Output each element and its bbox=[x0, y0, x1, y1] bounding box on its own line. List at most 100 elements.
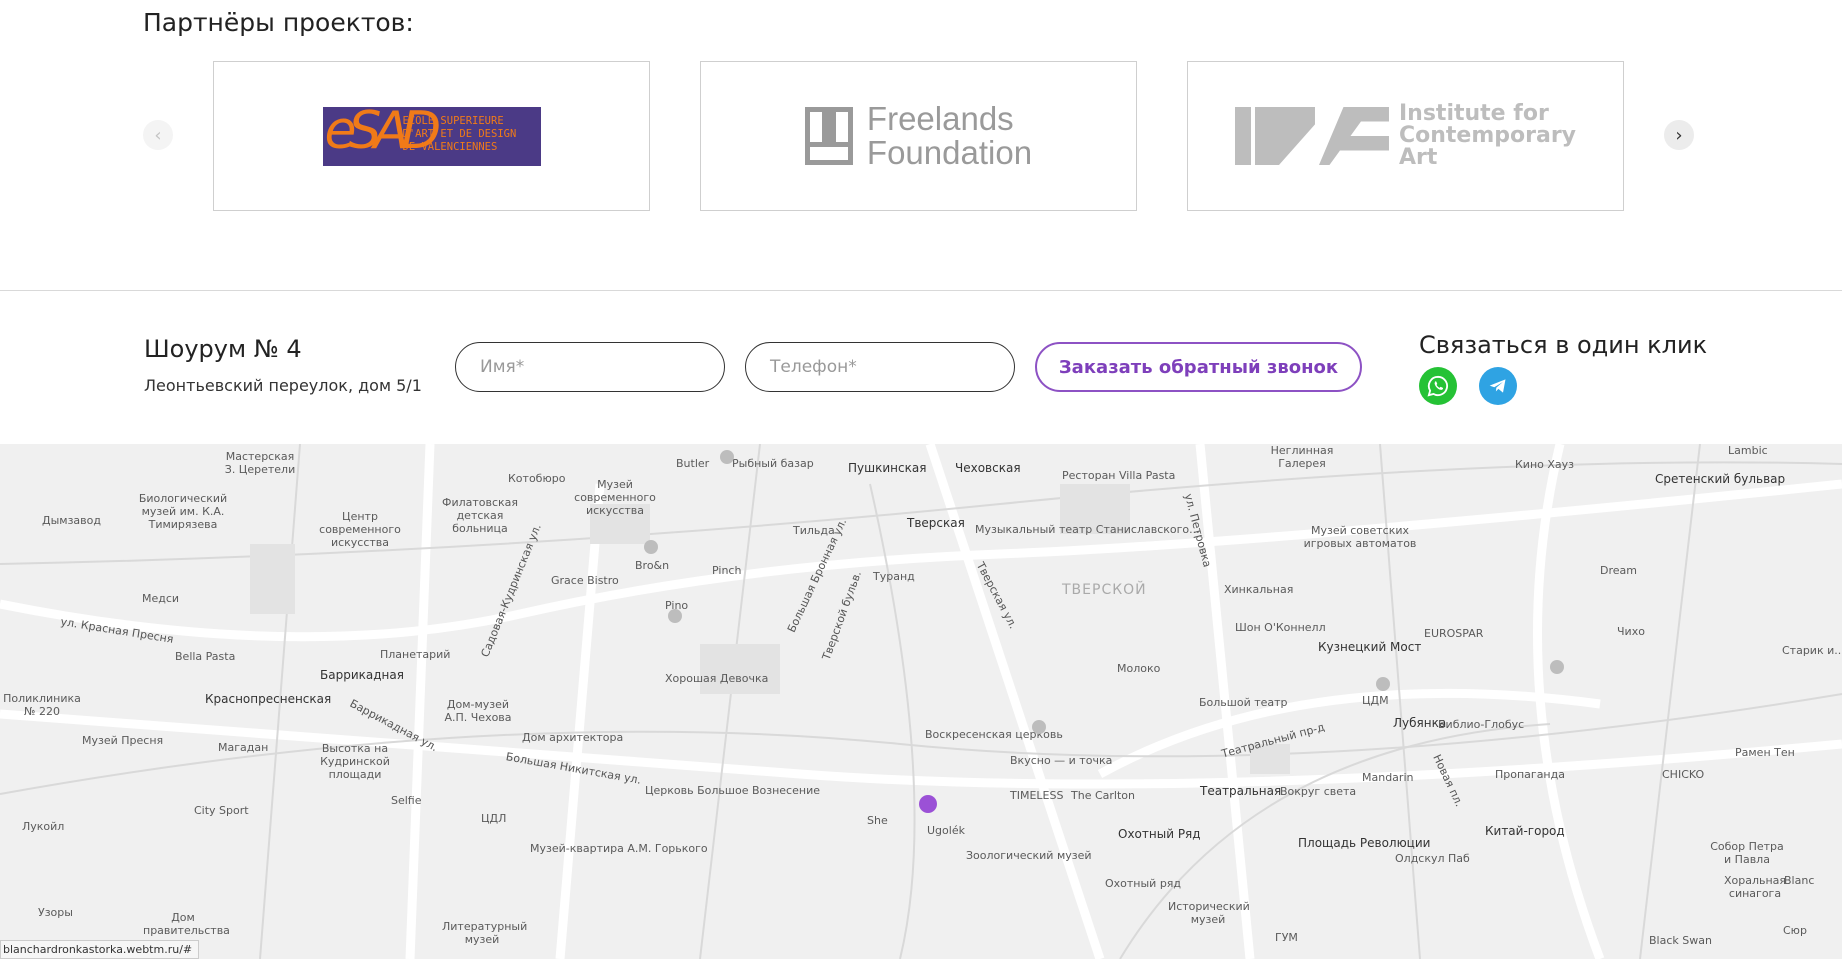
partner-card-ica[interactable]: Institute for Contemporary Art bbox=[1187, 61, 1624, 211]
place-label: Музыкальный театр Станиславского... bbox=[975, 523, 1200, 536]
ica-line2: Contemporary bbox=[1398, 123, 1577, 148]
place-label: Blanc bbox=[1784, 874, 1815, 887]
partner-card-freelands[interactable]: Freelands Foundation bbox=[700, 61, 1137, 211]
place-label: Библио-Глобус bbox=[1438, 718, 1525, 731]
place-label: Собор Петра и Павла bbox=[1710, 840, 1784, 866]
place-label: Bro&n bbox=[635, 559, 670, 572]
place-label: Grace Bistro bbox=[551, 574, 619, 587]
place-label: Дом-музей А.П. Чехова bbox=[444, 698, 512, 724]
place-label: Зоологический музей bbox=[966, 849, 1092, 862]
place-label: Хорошая Девочка bbox=[665, 672, 769, 685]
metro-sretensky-bulvar[interactable]: Сретенский бульвар bbox=[1655, 472, 1785, 486]
place-label: Олдскул Паб bbox=[1395, 852, 1470, 865]
place-label: Сюр bbox=[1783, 924, 1807, 937]
freelands-logo: Freelands Foundation bbox=[804, 102, 1032, 170]
place-label: Неглинная Галерея bbox=[1270, 444, 1334, 470]
ica-logo: Institute for Contemporary Art bbox=[1234, 103, 1576, 169]
place-label: Вкусно — и точка bbox=[1010, 754, 1113, 767]
place-label: Музей-квартира А.М. Горького bbox=[530, 842, 708, 855]
place-label: Pinch bbox=[712, 564, 742, 577]
place-label: Хоральная синагога bbox=[1723, 874, 1787, 900]
whatsapp-icon[interactable] bbox=[1419, 367, 1457, 405]
place-label: Bella Pasta bbox=[175, 650, 236, 663]
place-label: Музей современного искусства bbox=[574, 478, 656, 517]
place-label: Дом правительства bbox=[143, 911, 230, 937]
place-label: Биологический музей им. К.А. Тимирязева bbox=[138, 492, 228, 531]
ica-line1: Institute for bbox=[1398, 101, 1549, 126]
metro-kitay-gorod[interactable]: Китай-город bbox=[1485, 824, 1565, 838]
partners-title: Партнёры проектов: bbox=[143, 8, 414, 37]
place-label: Mandarin bbox=[1362, 771, 1414, 784]
metro-teatralnaya[interactable]: Театральная bbox=[1200, 784, 1281, 798]
place-label: Кино Хауз bbox=[1515, 458, 1575, 471]
name-input[interactable]: Имя* bbox=[455, 342, 725, 392]
place-label: Вокруг света bbox=[1280, 785, 1357, 798]
place-label: Дом архитектора bbox=[522, 731, 624, 744]
place-label: TIMELESS bbox=[1010, 789, 1064, 802]
place-label: EUROSPAR bbox=[1424, 627, 1484, 640]
metro-kuznetsky-most[interactable]: Кузнецкий Мост bbox=[1318, 640, 1421, 654]
place-label: The Carlton bbox=[1071, 789, 1135, 802]
place-label: Планетарий bbox=[380, 648, 451, 661]
partner-card-esad[interactable]: eSAD ECOLE SUPERIEURE D'ART ET DE DESIGN… bbox=[213, 61, 650, 211]
place-label: Ресторан Villa Pasta bbox=[1062, 469, 1176, 482]
place-label: Музей Пресня bbox=[82, 734, 164, 747]
place-label: Исторический музей bbox=[1168, 900, 1250, 926]
freelands-logo-text: Freelands Foundation bbox=[867, 102, 1032, 170]
phone-input[interactable]: Телефон* bbox=[745, 342, 1015, 392]
metro-ploshchad-revolyutsii[interactable]: Площадь Революции bbox=[1298, 836, 1430, 850]
place-label: Туранд bbox=[873, 570, 915, 583]
place-label: Selfie bbox=[391, 794, 422, 807]
place-label: ГУМ bbox=[1275, 931, 1298, 944]
map-district-label: ТВЕРСКОЙ bbox=[1062, 582, 1147, 598]
place-label: Высотка на Кудринской площади bbox=[320, 742, 390, 781]
place-label: Рыбный базар bbox=[732, 457, 814, 470]
place-label: Шон О'Коннелл bbox=[1235, 621, 1326, 634]
place-label: Филатовская детская больница bbox=[441, 496, 519, 535]
place-label: Центр современного искусства bbox=[319, 510, 401, 549]
metro-pushkinskaya[interactable]: Пушкинская bbox=[848, 461, 926, 475]
place-label: Тильда bbox=[793, 524, 835, 537]
contact-title: Связаться в один клик bbox=[1419, 331, 1708, 359]
esad-logo-text: ECOLE SUPERIEURE D'ART ET DE DESIGN DE V… bbox=[402, 114, 517, 153]
place-label: Лукойл bbox=[22, 820, 65, 833]
metro-chekhovskaya[interactable]: Чеховская bbox=[955, 461, 1021, 475]
place-label: Большой театр bbox=[1199, 696, 1288, 709]
carousel-prev-button[interactable]: ‹ bbox=[143, 120, 173, 150]
place-label: Butler bbox=[676, 457, 710, 470]
ica-logo-text: Institute for Contemporary Art bbox=[1399, 103, 1576, 169]
place-label: Музей советских игровых автоматов bbox=[1303, 524, 1417, 550]
place-label: Молоко bbox=[1117, 662, 1161, 675]
place-label: She bbox=[867, 814, 888, 827]
place-label: Поликлиника № 220 bbox=[3, 692, 81, 718]
place-label: Dream bbox=[1600, 564, 1637, 577]
freelands-line1: Freelands bbox=[866, 100, 1014, 137]
metro-tverskaya[interactable]: Тверская bbox=[907, 516, 965, 530]
place-label: Пропаганда bbox=[1495, 768, 1565, 781]
metro-okhotny-ryad[interactable]: Охотный Ряд bbox=[1118, 827, 1201, 841]
place-label: ЦДЛ bbox=[481, 812, 507, 825]
section-divider bbox=[0, 290, 1842, 291]
place-label: Дымзавод bbox=[42, 514, 101, 527]
place-label: Lambic bbox=[1728, 444, 1768, 457]
esad-logo: eSAD ECOLE SUPERIEURE D'ART ET DE DESIGN… bbox=[322, 106, 541, 166]
place-label: Литературный музей bbox=[442, 920, 528, 946]
map[interactable]: ТВЕРСКОЙ Пушкинская Чеховская Тверская Б… bbox=[0, 444, 1842, 959]
place-label: Мастерская З. Церетели bbox=[224, 450, 296, 476]
place-label: Чихо bbox=[1617, 625, 1645, 638]
metro-krasnopresnenskaya[interactable]: Краснопресненская bbox=[205, 692, 331, 706]
telegram-icon[interactable] bbox=[1479, 367, 1517, 405]
carousel-next-button[interactable]: › bbox=[1664, 120, 1694, 150]
showroom-map-marker[interactable] bbox=[919, 795, 937, 813]
callback-button[interactable]: Заказать обратный звонок bbox=[1035, 342, 1362, 392]
place-label: ЦДМ bbox=[1362, 694, 1389, 707]
place-label: Котобюро bbox=[508, 472, 566, 485]
ica-line3: Art bbox=[1398, 145, 1438, 170]
freelands-line2: Foundation bbox=[866, 134, 1033, 171]
showroom-title: Шоурум № 4 bbox=[144, 335, 302, 363]
place-label: Старик и... bbox=[1782, 644, 1842, 657]
metro-barrikadnaya[interactable]: Баррикадная bbox=[320, 668, 404, 682]
place-label: Церковь Большое Вознесение bbox=[645, 784, 820, 797]
place-label: Узоры bbox=[38, 906, 73, 919]
place-label: Медси bbox=[142, 592, 180, 605]
